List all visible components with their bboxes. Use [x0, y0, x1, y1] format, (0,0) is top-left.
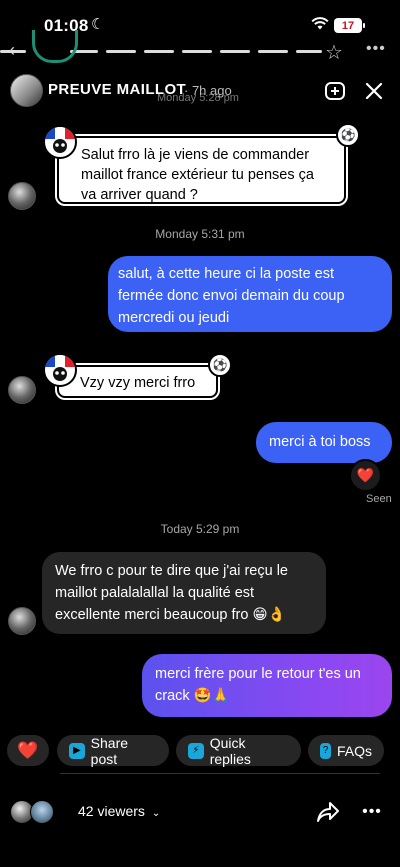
- chip-label: FAQs: [336, 742, 372, 759]
- battery-indicator: 17: [334, 18, 362, 33]
- football-sticker: ⚽: [336, 123, 360, 147]
- message-text: merci à toi boss: [269, 434, 371, 450]
- heart-chip[interactable]: ❤️: [7, 735, 49, 766]
- add-sticker-icon[interactable]: [322, 78, 348, 104]
- message-outgoing[interactable]: salut, à cette heure ci la poste est fer…: [108, 256, 392, 332]
- message-text: Salut frro là je viens de commander mail…: [81, 147, 314, 203]
- chip-label: Share post: [90, 734, 129, 767]
- chevron-down-icon: ⌄: [151, 808, 161, 819]
- more-icon[interactable]: •••: [358, 798, 386, 826]
- chat-title[interactable]: PREUVE MAILLOT: [48, 81, 186, 98]
- battery-tip: [363, 23, 365, 28]
- message-text: We frro c pour te dire que j'ai reçu le …: [55, 563, 288, 623]
- timestamp: Monday 5:31 pm: [155, 227, 245, 241]
- divider: [60, 773, 380, 774]
- french-flag-sticker: [43, 125, 77, 159]
- message-text: Vzy vzy merci frro: [80, 375, 196, 391]
- viewers-label: 42 viewers: [78, 803, 145, 819]
- timestamp: Today 5:29 pm: [160, 522, 240, 536]
- message-text: salut, à cette heure ci la poste est fer…: [118, 266, 345, 326]
- focus-moon-icon: ☾: [91, 16, 105, 33]
- message-text: merci frère pour le retour t'es un crack…: [155, 666, 361, 704]
- sender-avatar[interactable]: [8, 182, 36, 210]
- battery-level: 17: [341, 19, 355, 32]
- viewer-avatar: [30, 800, 54, 824]
- seen-indicator: Seen: [366, 493, 392, 505]
- viewers-count[interactable]: 42 viewers ⌄: [78, 803, 160, 819]
- share-post-chip[interactable]: ▶ Share post: [57, 734, 169, 767]
- sender-avatar[interactable]: [8, 607, 36, 635]
- lightning-icon: ⚡: [188, 742, 204, 759]
- partial-avatar-ring: [32, 30, 78, 63]
- football-sticker: ⚽: [208, 353, 232, 377]
- heart-reaction[interactable]: ❤️: [349, 459, 382, 492]
- message-outgoing[interactable]: merci frère pour le retour t'es un crack…: [142, 654, 392, 717]
- close-icon[interactable]: [361, 78, 387, 104]
- french-flag-sticker: [43, 353, 77, 387]
- chat-avatar[interactable]: [10, 74, 43, 107]
- heart-icon: ❤️: [17, 740, 39, 760]
- question-icon: ?: [320, 742, 331, 759]
- message-incoming-sticker[interactable]: Vzy vzy merci frro: [57, 365, 218, 398]
- sender-avatar[interactable]: [8, 376, 36, 404]
- back-chevron-icon[interactable]: ‹: [9, 40, 15, 61]
- quick-replies-chip[interactable]: ⚡ Quick replies: [176, 734, 301, 767]
- share-icon[interactable]: [314, 798, 342, 826]
- message-incoming-sticker[interactable]: Salut frro là je viens de commander mail…: [57, 136, 346, 204]
- more-icon-top[interactable]: •••: [366, 40, 386, 58]
- chat-subtitle: · 7h ago: [184, 83, 232, 98]
- message-outgoing[interactable]: merci à toi boss: [256, 422, 392, 463]
- play-icon: ▶: [69, 742, 85, 759]
- message-incoming[interactable]: We frro c pour te dire que j'ai reçu le …: [42, 552, 326, 634]
- chip-label: Quick replies: [209, 734, 251, 767]
- faqs-chip[interactable]: ? FAQs: [308, 735, 384, 766]
- star-icon[interactable]: ☆: [325, 40, 343, 65]
- wifi-icon: [311, 17, 329, 30]
